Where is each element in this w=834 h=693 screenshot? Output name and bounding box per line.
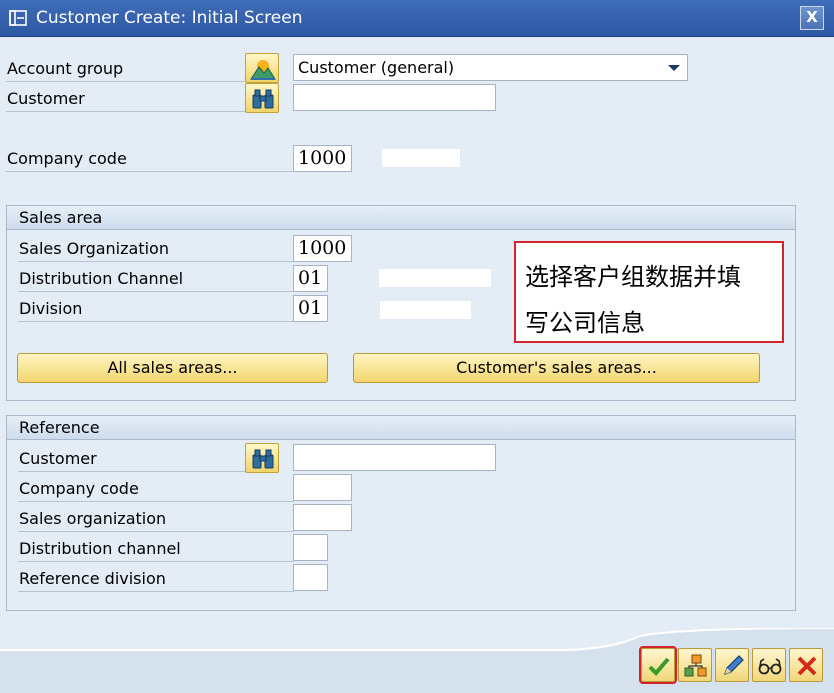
binoculars-icon	[252, 449, 274, 469]
account-group-help-button[interactable]	[245, 53, 279, 83]
ref-sales-org-input[interactable]	[293, 504, 352, 531]
sales-org-input[interactable]: 1000	[293, 235, 352, 262]
ref-customer-label: Customer	[19, 449, 97, 468]
ref-distribution-channel-input[interactable]	[293, 534, 328, 561]
label-underline	[6, 81, 246, 82]
pencil-icon	[724, 655, 744, 675]
label-underline	[6, 111, 246, 112]
ref-division-label: Reference division	[19, 569, 166, 588]
company-code-input[interactable]: 1000	[293, 145, 352, 172]
all-sales-areas-button[interactable]: All sales areas...	[17, 353, 328, 383]
annotation-line-1: 选择客户组数据并填	[525, 263, 741, 291]
label-underline	[18, 591, 294, 592]
continue-button[interactable]	[639, 646, 677, 684]
distribution-channel-label: Distribution Channel	[19, 269, 184, 288]
label-underline	[18, 321, 294, 322]
chevron-down-icon[interactable]	[668, 65, 680, 71]
window-menu-icon[interactable]	[9, 10, 27, 26]
division-description	[380, 301, 471, 319]
mountain-picture-icon	[250, 60, 276, 80]
ref-division-input[interactable]	[293, 564, 328, 591]
account-group-label: Account group	[7, 59, 124, 78]
account-group-value: Customer (general)	[298, 58, 455, 77]
glasses-icon	[758, 658, 782, 675]
label-underline	[18, 471, 246, 472]
org-data-button[interactable]	[678, 648, 712, 682]
sales-area-title: Sales area	[19, 208, 103, 227]
company-code-label: Company code	[7, 149, 127, 168]
customers-sales-areas-button[interactable]: Customer's sales areas...	[353, 353, 760, 383]
ref-customer-input[interactable]	[293, 444, 496, 471]
org-data-icon	[684, 654, 707, 677]
binoculars-icon	[252, 89, 274, 109]
reference-title: Reference	[19, 418, 100, 437]
distribution-channel-input[interactable]: 01	[293, 265, 328, 292]
ref-company-code-input[interactable]	[293, 474, 352, 501]
edit-button[interactable]	[715, 648, 749, 682]
close-icon: X	[806, 8, 818, 26]
close-button[interactable]: X	[800, 6, 824, 30]
ref-customer-search-button[interactable]	[245, 443, 279, 473]
label-underline	[18, 501, 294, 502]
label-underline	[6, 171, 294, 172]
sales-area-header: Sales area	[7, 206, 795, 230]
label-underline	[18, 561, 294, 562]
reference-header: Reference	[7, 416, 795, 440]
label-underline	[18, 261, 294, 262]
ref-sales-org-label: Sales organization	[19, 509, 167, 528]
cancel-x-icon	[797, 656, 817, 676]
distribution-channel-description	[379, 269, 491, 287]
sales-org-label: Sales Organization	[19, 239, 169, 258]
division-label: Division	[19, 299, 83, 318]
account-group-select[interactable]: Customer (general)	[293, 54, 688, 81]
customer-input[interactable]	[293, 84, 496, 111]
cancel-button[interactable]	[789, 648, 823, 682]
customer-search-button[interactable]	[245, 83, 279, 113]
ref-distribution-channel-label: Distribution channel	[19, 539, 181, 558]
display-button[interactable]	[752, 648, 786, 682]
label-underline	[18, 291, 294, 292]
annotation-line-2: 写公司信息	[525, 309, 645, 337]
annotation-note: 选择客户组数据并填 写公司信息	[514, 241, 784, 343]
ref-company-code-label: Company code	[19, 479, 139, 498]
label-underline	[18, 531, 294, 532]
company-code-description	[382, 149, 460, 167]
customer-label: Customer	[7, 89, 85, 108]
division-input[interactable]: 01	[293, 295, 328, 322]
window-title: Customer Create: Initial Screen	[36, 8, 303, 28]
checkmark-icon	[648, 657, 670, 676]
title-bar: Customer Create: Initial Screen X	[0, 0, 834, 37]
